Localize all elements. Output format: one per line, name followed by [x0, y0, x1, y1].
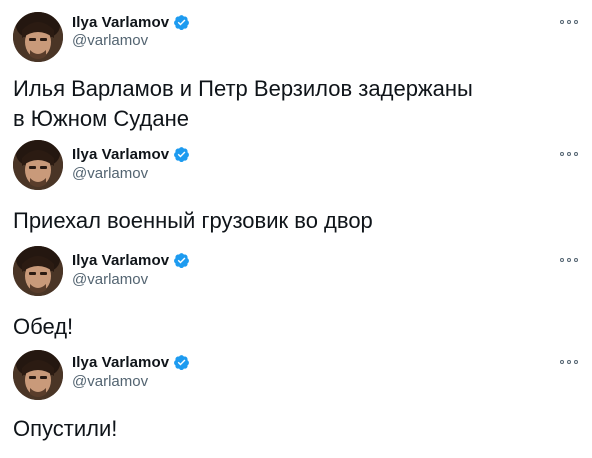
tweet: Ilya Varlamov @varlamov Илья Варламов и … — [0, 0, 592, 138]
author-name[interactable]: Ilya Varlamov — [72, 354, 169, 371]
author-handle[interactable]: @varlamov — [72, 32, 148, 49]
verified-badge-icon — [174, 354, 190, 370]
avatar-photo-icon — [13, 350, 63, 400]
avatar[interactable] — [13, 246, 63, 296]
tweet-text-line: Опустили! — [13, 416, 118, 441]
tweet-text: Обед! — [13, 312, 73, 342]
tweet-text: Опустили! — [13, 414, 117, 444]
avatar-photo-icon — [13, 12, 63, 62]
avatar-photo-icon — [13, 246, 63, 296]
author-name[interactable]: Ilya Varlamov — [72, 14, 169, 31]
author-handle[interactable]: @varlamov — [72, 165, 148, 182]
verified-badge-icon — [174, 14, 190, 30]
more-options-icon[interactable] — [560, 149, 578, 159]
avatar-photo-icon — [13, 140, 63, 190]
tweet-text-line: Илья Варламов и Петр Верзилов задержаны — [13, 76, 473, 101]
tweet: Ilya Varlamov @varlamov Приехал военный … — [0, 138, 592, 242]
verified-badge-icon — [174, 146, 190, 162]
author-handle[interactable]: @varlamov — [72, 373, 148, 390]
tweet-text-line: Приехал военный грузовик во двор — [13, 208, 373, 233]
author-handle[interactable]: @varlamov — [72, 271, 148, 288]
tweet: Ilya Varlamov @varlamov Обед! — [0, 242, 592, 346]
more-options-icon[interactable] — [560, 255, 578, 265]
more-options-icon[interactable] — [560, 357, 578, 367]
tweet-text-line: Обед! — [13, 314, 74, 339]
tweet-text: Илья Варламов и Петр Верзилов задержаны … — [13, 74, 473, 134]
tweet-text-line: в Южном Судане — [13, 106, 189, 131]
author-name[interactable]: Ilya Varlamov — [72, 252, 169, 269]
avatar[interactable] — [13, 350, 63, 400]
more-options-icon[interactable] — [560, 17, 578, 27]
avatar[interactable] — [13, 12, 63, 62]
author-name[interactable]: Ilya Varlamov — [72, 146, 169, 163]
tweet-text: Приехал военный грузовик во двор — [13, 206, 373, 236]
tweet: Ilya Varlamov @varlamov Опустили! — [0, 346, 592, 458]
avatar[interactable] — [13, 140, 63, 190]
verified-badge-icon — [174, 252, 190, 268]
